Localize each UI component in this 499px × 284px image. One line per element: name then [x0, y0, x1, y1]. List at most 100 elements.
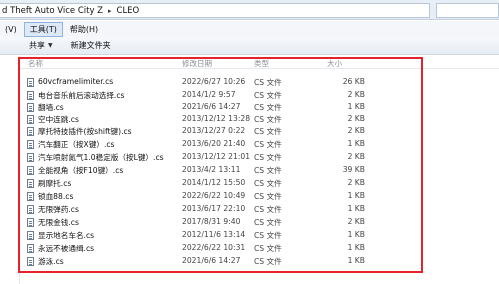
cs-file-icon: [27, 78, 34, 87]
file-type: CS 文件: [254, 127, 282, 136]
file-date: 2022/6/22 10:49: [182, 191, 246, 200]
file-date: 2013/12/12 21:01: [182, 152, 251, 161]
file-row[interactable]: 翻墙.cs 2021/6/6 14:27 CS 文件 1 KB: [22, 102, 382, 113]
column-header-size[interactable]: 大小: [327, 58, 342, 69]
file-name: 永远不被通缉.cs: [38, 244, 95, 253]
file-size: 39 KB: [342, 165, 365, 174]
cs-file-icon: [27, 166, 34, 175]
file-type: CS 文件: [254, 166, 282, 175]
cs-file-icon: [27, 244, 34, 253]
file-type: CS 文件: [254, 244, 282, 253]
file-row[interactable]: 游泳.cs 2021/6/6 14:27 CS 文件 1 KB: [22, 256, 382, 267]
cs-file-icon: [27, 153, 34, 162]
file-date: 2013/12/27 0:22: [182, 126, 246, 135]
file-date: 2012/11/6 13:14: [182, 230, 246, 239]
file-row[interactable]: 刷摩托.cs 2014/1/12 15:50 CS 文件 2 KB: [22, 178, 382, 189]
file-date: 2013/6/20 21:40: [182, 139, 246, 148]
file-type: CS 文件: [254, 78, 282, 87]
file-type: CS 文件: [254, 231, 282, 240]
cs-file-icon: [27, 127, 34, 136]
file-row[interactable]: 无限弹药.cs 2013/6/17 22:10 CS 文件 1 KB: [22, 204, 382, 215]
share-button-label: 共享: [29, 41, 45, 50]
file-size: 2 KB: [347, 217, 365, 226]
file-name: 汽车喷射氮气1.0稳定版（按L键）.cs: [38, 153, 164, 162]
file-type: CS 文件: [254, 179, 282, 188]
file-size: 2 KB: [347, 114, 365, 123]
breadcrumb-item-cleo[interactable]: CLEO: [117, 6, 140, 16]
file-date: 2013/12/12 13:28: [182, 114, 251, 123]
column-header-date[interactable]: 修改日期: [182, 58, 212, 69]
file-row[interactable]: 全能视角（按F10键）.cs 2013/4/2 13:11 CS 文件 39 K…: [22, 165, 382, 176]
file-row[interactable]: 电台音乐前后滚动选择.cs 2014/1/2 9:57 CS 文件 2 KB: [22, 90, 382, 101]
breadcrumb-item-gta-vice-city[interactable]: d Theft Auto Vice City Z: [2, 6, 103, 16]
cs-file-icon: [27, 192, 34, 201]
column-header-name[interactable]: 名称: [28, 58, 43, 69]
file-row[interactable]: 永远不被通缉.cs 2022/6/22 10:31 CS 文件 1 KB: [22, 243, 382, 254]
cs-file-icon: [27, 115, 34, 124]
breadcrumb-chevron-icon[interactable]: ▸: [108, 7, 112, 15]
file-name: 电台音乐前后滚动选择.cs: [38, 91, 125, 100]
chevron-down-icon: ▼: [48, 42, 53, 49]
menu-item-tools[interactable]: 工具(T): [23, 21, 63, 37]
menu-item-help[interactable]: 帮助(H): [65, 23, 103, 36]
file-date: 2021/6/6 14:27: [182, 256, 241, 265]
file-row[interactable]: 摩托特技插件(按shift键).cs 2013/12/27 0:22 CS 文件…: [22, 126, 382, 137]
search-input[interactable]: [436, 3, 499, 18]
file-name: 翻墙.cs: [38, 103, 64, 112]
file-row[interactable]: 60vcframelimiter.cs 2022/6/27 10:26 CS 文…: [22, 77, 382, 88]
menu-item-view[interactable]: (V): [0, 24, 22, 35]
column-header: 名称 修改日期 类型 大小: [20, 56, 499, 69]
file-size: 2 KB: [347, 126, 365, 135]
new-folder-button-label: 新建文件夹: [70, 41, 111, 50]
file-size: 2 KB: [347, 178, 365, 187]
file-type: CS 文件: [254, 140, 282, 149]
file-date: 2017/8/31 9:40: [182, 217, 241, 226]
file-size: 1 KB: [347, 191, 365, 200]
cs-file-icon: [27, 218, 34, 227]
file-date: 2022/6/27 10:26: [182, 77, 246, 86]
file-name: 60vcframelimiter.cs: [38, 77, 114, 86]
file-row[interactable]: 空中连跳.cs 2013/12/12 13:28 CS 文件 2 KB: [22, 114, 382, 125]
file-size: 1 KB: [347, 256, 365, 265]
file-size: 2 KB: [347, 152, 365, 161]
file-name: 无限弹药.cs: [38, 205, 79, 214]
file-row[interactable]: 汽车翻正（按X键）.cs 2013/6/20 21:40 CS 文件 1 KB: [22, 139, 382, 150]
share-button[interactable]: 共享 ▼: [29, 40, 53, 51]
breadcrumb[interactable]: d Theft Auto Vice City Z ▸ CLEO: [0, 3, 430, 18]
file-date: 2013/4/2 13:11: [182, 165, 241, 174]
file-type: CS 文件: [254, 91, 282, 100]
file-size: 26 KB: [342, 77, 365, 86]
file-name: 摩托特技插件(按shift键).cs: [38, 127, 132, 136]
file-row[interactable]: 汽车喷射氮气1.0稳定版（按L键）.cs 2013/12/12 21:01 CS…: [22, 152, 382, 163]
file-type: CS 文件: [254, 257, 282, 266]
file-name: 锁血88.cs: [38, 192, 74, 201]
file-date: 2021/6/6 14:27: [182, 102, 241, 111]
file-row[interactable]: 无限金钱.cs 2017/8/31 9:40 CS 文件 2 KB: [22, 217, 382, 228]
file-type: CS 文件: [254, 192, 282, 201]
file-row[interactable]: 显示地名车名.cs 2012/11/6 13:14 CS 文件 1 KB: [22, 230, 382, 241]
navigation-pane[interactable]: [0, 56, 20, 284]
file-date: 2013/6/17 22:10: [182, 204, 246, 213]
menu-bar: (V) 工具(T) 帮助(H): [0, 21, 499, 37]
file-name: 空中连跳.cs: [38, 115, 79, 124]
column-header-type[interactable]: 类型: [254, 58, 269, 69]
file-name: 游泳.cs: [38, 257, 64, 266]
new-folder-button[interactable]: 新建文件夹: [71, 40, 111, 51]
file-size: 1 KB: [347, 102, 365, 111]
file-size: 1 KB: [347, 243, 365, 252]
file-size: 2 KB: [347, 90, 365, 99]
cs-file-icon: [27, 103, 34, 112]
file-name: 无限金钱.cs: [38, 218, 79, 227]
file-type: CS 文件: [254, 115, 282, 124]
file-size: 1 KB: [347, 230, 365, 239]
file-type: CS 文件: [254, 153, 282, 162]
file-name: 显示地名车名.cs: [38, 231, 95, 240]
file-type: CS 文件: [254, 218, 282, 227]
cs-file-icon: [27, 205, 34, 214]
file-date: 2022/6/22 10:31: [182, 243, 246, 252]
cs-file-icon: [27, 140, 34, 149]
file-type: CS 文件: [254, 205, 282, 214]
file-row[interactable]: 锁血88.cs 2022/6/22 10:49 CS 文件 1 KB: [22, 191, 382, 202]
cs-file-icon: [27, 91, 34, 100]
file-date: 2014/1/2 9:57: [182, 90, 236, 99]
